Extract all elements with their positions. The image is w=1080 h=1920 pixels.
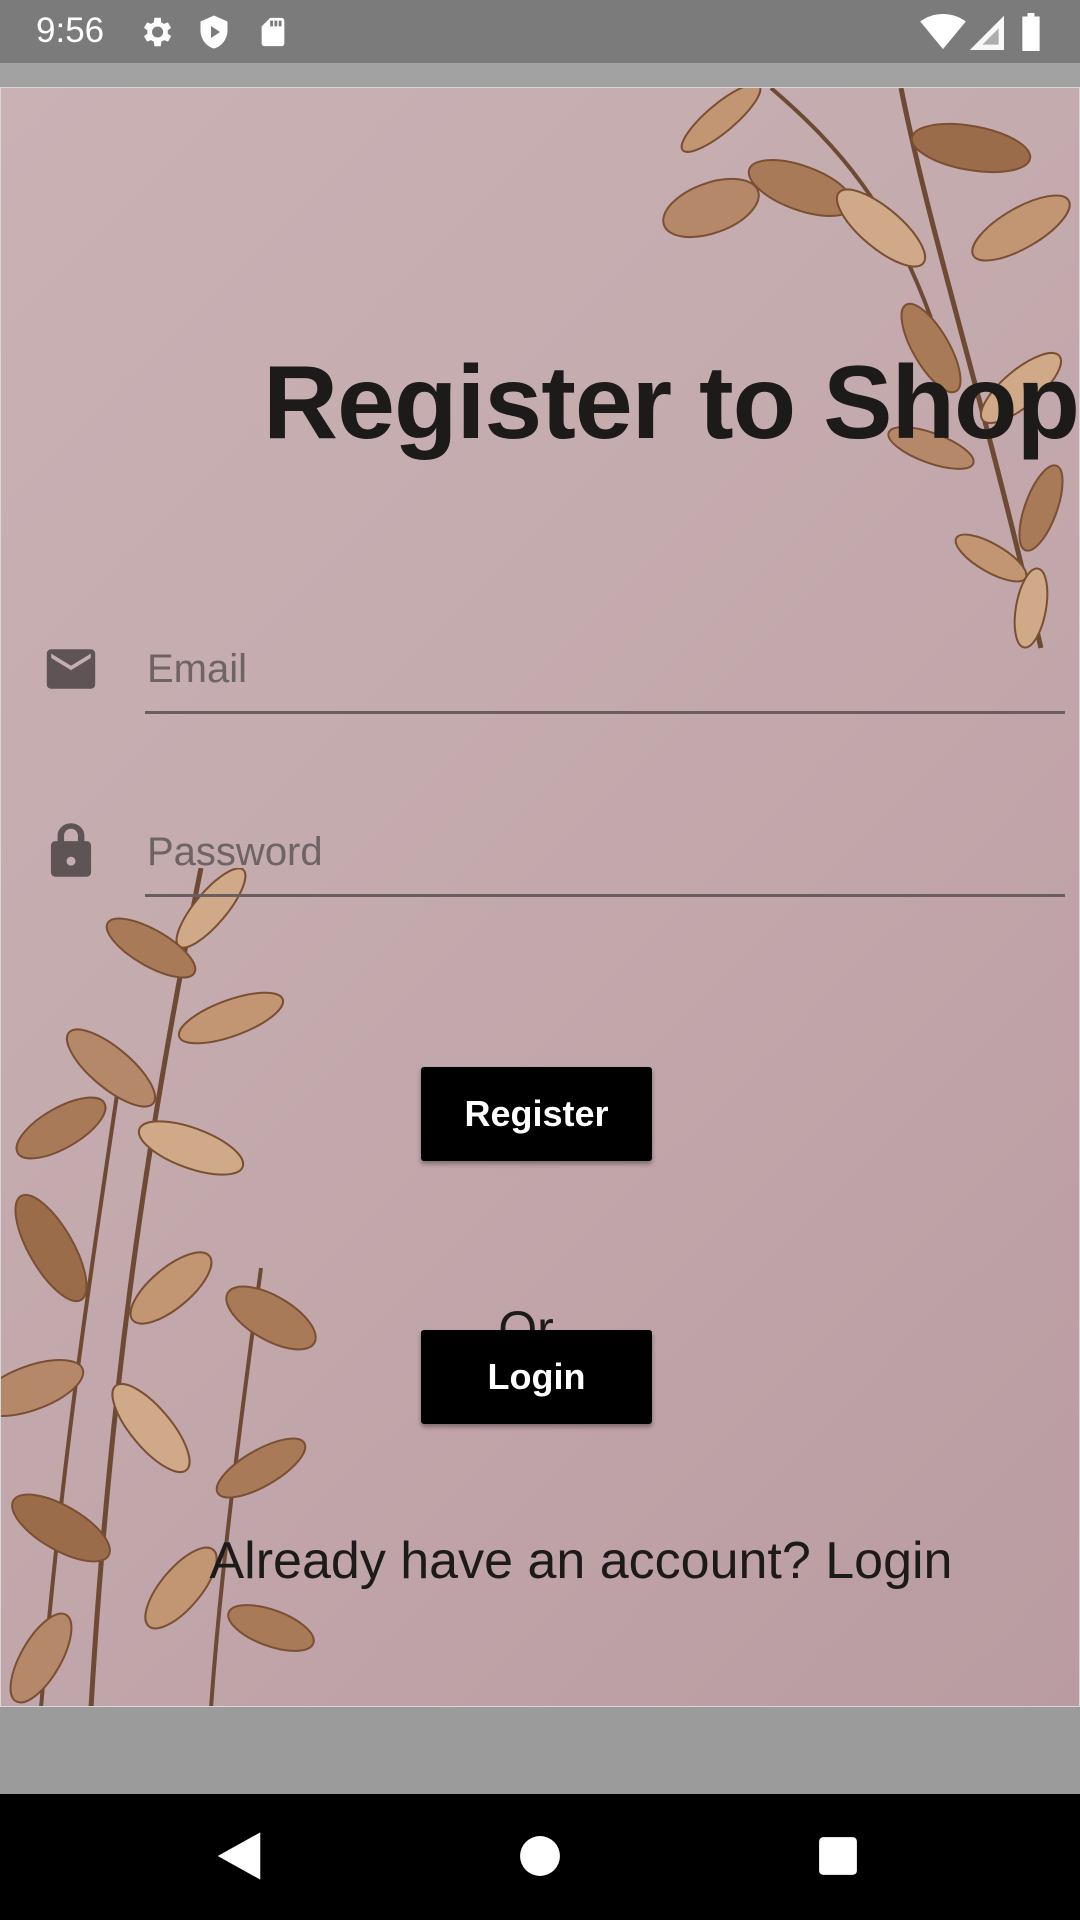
- signal-icon: [969, 15, 1004, 51]
- page-title: Register to Shop: [263, 345, 1080, 461]
- back-icon[interactable]: [214, 1830, 264, 1882]
- shield-icon: [200, 15, 228, 49]
- gear-icon: [143, 17, 172, 47]
- register-screen: Register to Shop Register Or Login Alrea…: [0, 87, 1080, 1707]
- password-field[interactable]: [145, 816, 1069, 897]
- home-icon[interactable]: [519, 1830, 561, 1882]
- register-button[interactable]: Register: [421, 1067, 652, 1161]
- email-input[interactable]: [145, 633, 1069, 705]
- email-field[interactable]: [145, 633, 1069, 714]
- wifi-icon: [920, 13, 966, 50]
- app-top-strip: [0, 63, 1080, 87]
- already-have-account-link[interactable]: Already have an account? Login: [121, 1531, 1041, 1591]
- email-icon: [46, 649, 96, 689]
- login-button[interactable]: Login: [421, 1330, 652, 1424]
- navigation-bar: [0, 1794, 1080, 1920]
- lock-icon: [50, 823, 92, 877]
- status-time: 9:56: [36, 11, 105, 50]
- recents-icon[interactable]: [817, 1830, 859, 1882]
- battery-icon: [1022, 13, 1040, 51]
- sd-card-icon: [261, 17, 285, 47]
- password-input[interactable]: [145, 816, 1069, 888]
- status-bar: 9:56: [0, 0, 1080, 63]
